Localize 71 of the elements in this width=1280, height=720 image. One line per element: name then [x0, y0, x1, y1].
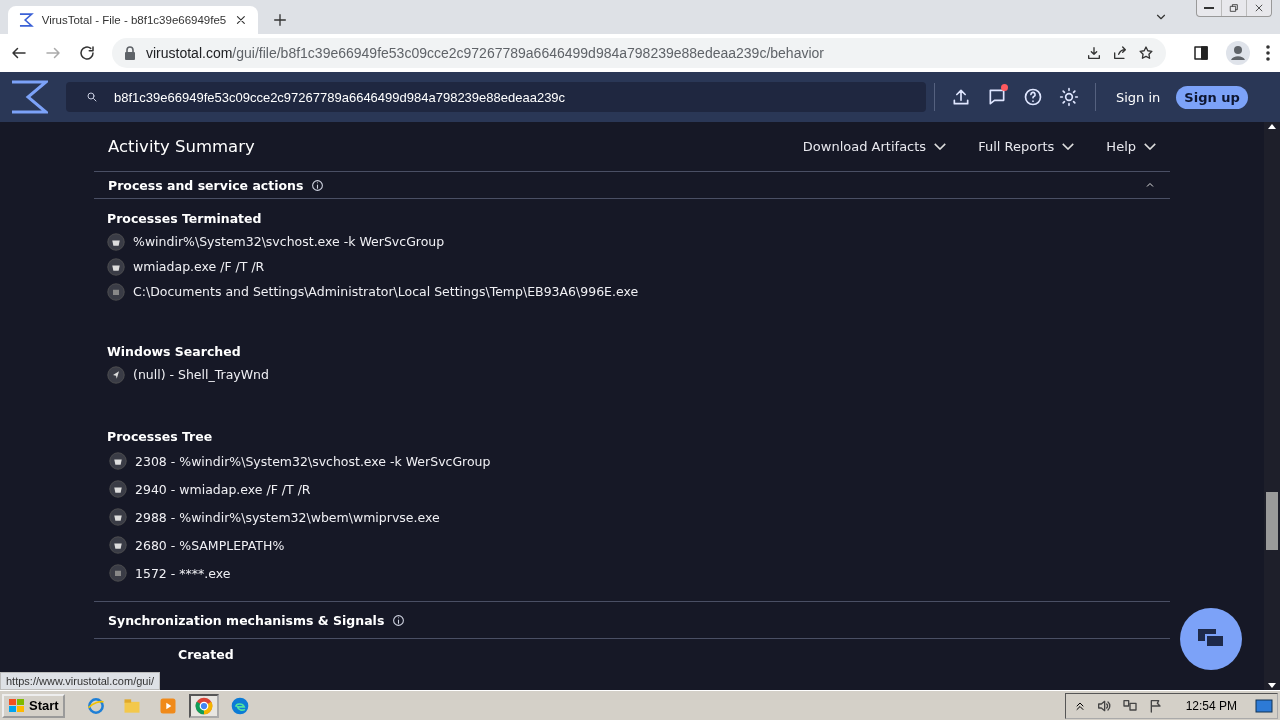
file-icon [107, 282, 125, 301]
close-icon [1254, 3, 1264, 13]
restore-icon [1229, 3, 1239, 13]
page-title: Activity Summary [108, 137, 256, 156]
section-title: Process and service actions [108, 177, 304, 193]
help-icon [1023, 87, 1043, 107]
process-icon [107, 232, 125, 251]
file-icon [109, 564, 127, 582]
process-entry: 2308 - %windir%\System32\svchost.exe -k WerSvcGroup [135, 453, 491, 469]
tab-title: VirusTotal - File - b8f1c39e66949fe5 [41, 14, 227, 26]
side-panel-icon [1192, 44, 1210, 62]
menu-dropdown[interactable]: Help [1106, 139, 1156, 154]
share-icon [1112, 45, 1128, 61]
search-icon [86, 91, 98, 103]
chevron-down-icon [1062, 143, 1075, 150]
scrollbar-thumb[interactable] [1266, 492, 1278, 550]
browser-tab[interactable]: VirusTotal - File - b8f1c39e66949fe5 [8, 6, 258, 34]
sign-in-link[interactable]: Sign in [1116, 89, 1161, 105]
network-icon [1121, 697, 1138, 714]
process-icon [109, 536, 127, 554]
browser-icon [193, 695, 214, 716]
desktop-icon[interactable] [1255, 697, 1273, 714]
group-title: Processes Terminated [107, 211, 263, 226]
menu-dropdown[interactable]: Full Reports [978, 139, 1075, 154]
reload-icon [78, 44, 96, 62]
process-entry: 2940 - wmiadap.exe /F /T /R [135, 481, 311, 497]
process-entry: wmiadap.exe /F /T /R [133, 259, 265, 274]
process-entry: (null) - Shell_TrayWnd [133, 367, 269, 382]
browser-icon [229, 695, 250, 716]
menu-dropdown[interactable]: Download Artifacts [802, 139, 947, 154]
process-entry: C:\Documents and Settings\Administrator\Local Settings\Temp\EB93A6\996E.exe [133, 284, 639, 299]
close-icon [234, 13, 248, 27]
browser-icon [85, 695, 106, 716]
process-entry: 2988 - %windir%\system32\wbem\wmiprvse.exe [135, 509, 440, 525]
section-title: Created [178, 646, 234, 662]
process-icon [107, 257, 125, 276]
process-entry: %windir%\System32\svchost.exe -k WerSvcGroup [133, 234, 445, 249]
install-icon [1086, 45, 1102, 61]
chat-icon [987, 87, 1007, 107]
address-bar[interactable]: virustotal.com/gui/file/b8f1c39e66949fe53c09cce2c97267789a6646499d984a798239e88edeaa239c/behavior [112, 38, 1166, 68]
group-title: Processes Tree [107, 429, 214, 444]
clock: 12:54 PM [1185, 698, 1237, 713]
process-icon [109, 508, 127, 526]
lock-icon [124, 46, 136, 60]
process-entry: 2680 - %SAMPLEPATH% [135, 537, 285, 553]
group-title: Windows Searched [107, 344, 242, 359]
new-tab-icon [272, 12, 288, 28]
windows-logo-icon [8, 697, 26, 714]
search-field[interactable]: b8f1c39e66949fe53c09cce2c97267789a6646499d984a798239e88edeaa239c [66, 82, 926, 112]
info-icon [392, 613, 406, 627]
info-icon [311, 178, 325, 192]
section-title: Synchronization mechanisms & Signals [108, 612, 385, 628]
sun-icon [1059, 87, 1079, 107]
start-button[interactable]: Start [2, 693, 65, 718]
logo-icon[interactable] [10, 80, 48, 114]
profile-icon[interactable] [1226, 41, 1250, 65]
minimize-icon [1204, 7, 1214, 9]
chevron-down-icon [1144, 143, 1156, 150]
upload-icon [951, 87, 971, 107]
taskbar-app[interactable] [188, 693, 219, 718]
status-url: https://www.virustotal.com/gui/ [0, 672, 160, 690]
more-icon[interactable] [1266, 45, 1270, 61]
window-icon [107, 365, 125, 384]
process-entry: 1572 - ****.exe [135, 565, 231, 581]
process-icon [109, 452, 127, 470]
sign-up-button[interactable]: Sign up [1176, 85, 1248, 109]
process-icon [109, 480, 127, 498]
chevron-down-icon [934, 143, 947, 150]
url-text: virustotal.com/gui/file/b8f1c39e66949fe53c09cce2c97267789a6646499d984a798239e88edeaa239c/behavior [146, 45, 825, 61]
logo-icon [18, 12, 34, 28]
star-icon [1138, 45, 1154, 61]
